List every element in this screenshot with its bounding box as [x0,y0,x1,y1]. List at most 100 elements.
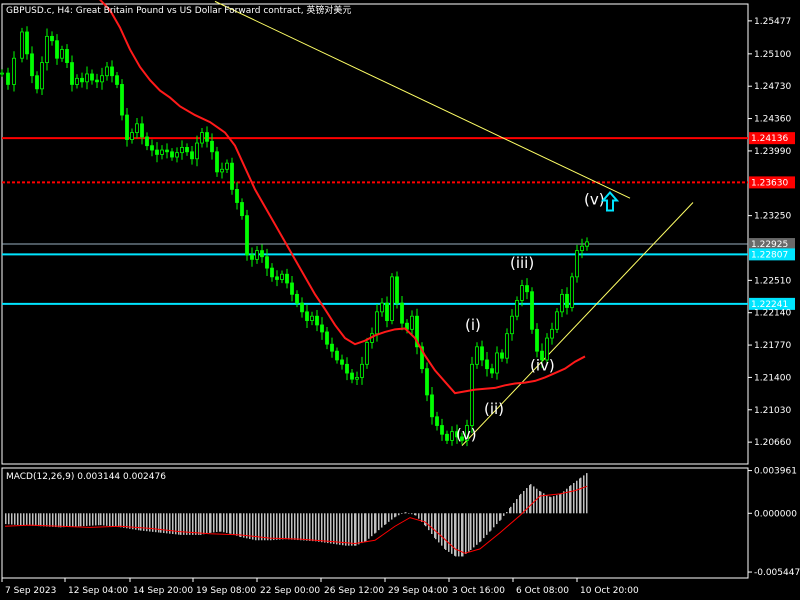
macd-histogram-bar [23,513,25,526]
macd-histogram-bar [115,513,117,527]
macd-histogram-bar [220,513,222,532]
macd-histogram-bar [226,513,228,533]
candle-body [365,342,369,365]
candle-body [570,276,574,308]
candle-body [6,72,10,85]
macd-histogram-bar [530,484,532,514]
candle-body [495,352,499,374]
candle-body [115,75,119,85]
candle-body [165,149,169,153]
candle-body [110,66,114,77]
macd-histogram-bar [52,513,54,527]
candle-body [215,151,219,173]
macd-histogram-bar [276,513,278,540]
macd-histogram-bar [516,499,518,514]
macd-histogram-bar [95,513,97,526]
y-tick-label: 1.25477 [754,17,791,27]
macd-histogram-bar [327,513,329,544]
candle-body [225,162,229,170]
macd-histogram-bar [35,513,37,526]
candle-body [265,256,269,269]
candle-body [310,315,314,321]
x-tick-label: 3 Oct 16:00 [452,586,505,596]
candle-body [50,35,54,42]
candle-body [245,215,249,256]
macd-histogram-bar [476,513,478,545]
candle-body [335,350,339,361]
macd-histogram-bar [408,513,410,514]
candle-body [380,302,384,313]
macd-histogram-bar [192,513,194,535]
candle-body [340,359,344,365]
candle-body [210,140,214,153]
candle-body [450,431,454,441]
candle-body [45,35,49,63]
macd-histogram-bar [560,493,562,514]
macd-histogram-bar [288,513,290,540]
x-tick-label: 26 Sep 12:00 [324,586,384,596]
macd-histogram-bar [98,513,100,526]
candle-body [395,276,399,304]
macd-histogram-bar [445,513,447,550]
macd-histogram-bar [83,513,85,527]
candle-body [555,311,559,330]
price-chart[interactable]: (i) (ii) (iii) (iv) (v) (v) 1.24136 1.23630 1.2… [0,0,800,600]
macd-histogram-bar [249,513,251,539]
macd-histogram-bar [339,513,341,545]
y-tick-label: 1.21400 [754,373,791,383]
macd-histogram-bar [378,513,380,531]
candle-body [40,62,44,90]
candle-body [400,302,404,324]
x-tick-label: 6 Oct 08:00 [516,586,569,596]
macd-histogram-bar [126,513,128,529]
candle-body [510,315,514,335]
candle-body [565,293,569,308]
candle-body [305,311,309,321]
macd-histogram-bar [240,513,242,538]
level-price-label: 1.23630 [751,178,788,188]
macd-histogram-bar [258,513,260,541]
macd-histogram-bar [118,513,120,528]
macd-histogram-bar [203,513,205,535]
candle-body [155,149,159,155]
candle-body [35,75,39,90]
macd-histogram-bar [371,513,373,537]
macd-histogram-bar [333,513,335,544]
candle-body [25,31,29,55]
macd-histogram-bar [106,513,108,526]
candle-body [375,311,379,335]
candle-body [125,114,129,140]
y-tick-label: 1.20660 [754,438,791,448]
candle-body [410,315,414,330]
macd-histogram-bar [493,513,495,528]
wave-label: (iii) [510,254,534,272]
macd-histogram-bar [78,513,80,527]
macd-histogram-bar [365,513,367,542]
macd-histogram-bar [480,513,482,542]
chart-background [0,0,800,600]
candle-body [170,151,174,158]
macd-histogram-bar [361,513,363,544]
macd-histogram-bar [503,513,505,516]
y-tick-label: 1.21030 [754,406,791,416]
macd-histogram-bar [462,513,464,557]
candle-body [80,77,84,83]
candle-body [480,346,484,361]
candle-body [285,273,289,284]
macd-histogram-bar [49,513,51,527]
macd-y-tick-label: -0.005447 [754,568,800,578]
candle-body [60,49,64,59]
macd-histogram-bar [195,513,197,535]
macd-histogram-bar [586,473,588,514]
macd-histogram-bar [252,513,254,540]
macd-histogram-bar [540,491,542,514]
macd-histogram-bar [318,513,320,542]
candle-body [475,346,479,365]
macd-histogram-bar [11,513,13,525]
macd-histogram-bar [267,513,269,541]
wave-label: (i) [465,316,481,334]
macd-histogram-bar [103,513,105,526]
wave-label: (ii) [484,400,504,418]
macd-histogram-bar [355,513,357,546]
candle-body [425,368,429,396]
